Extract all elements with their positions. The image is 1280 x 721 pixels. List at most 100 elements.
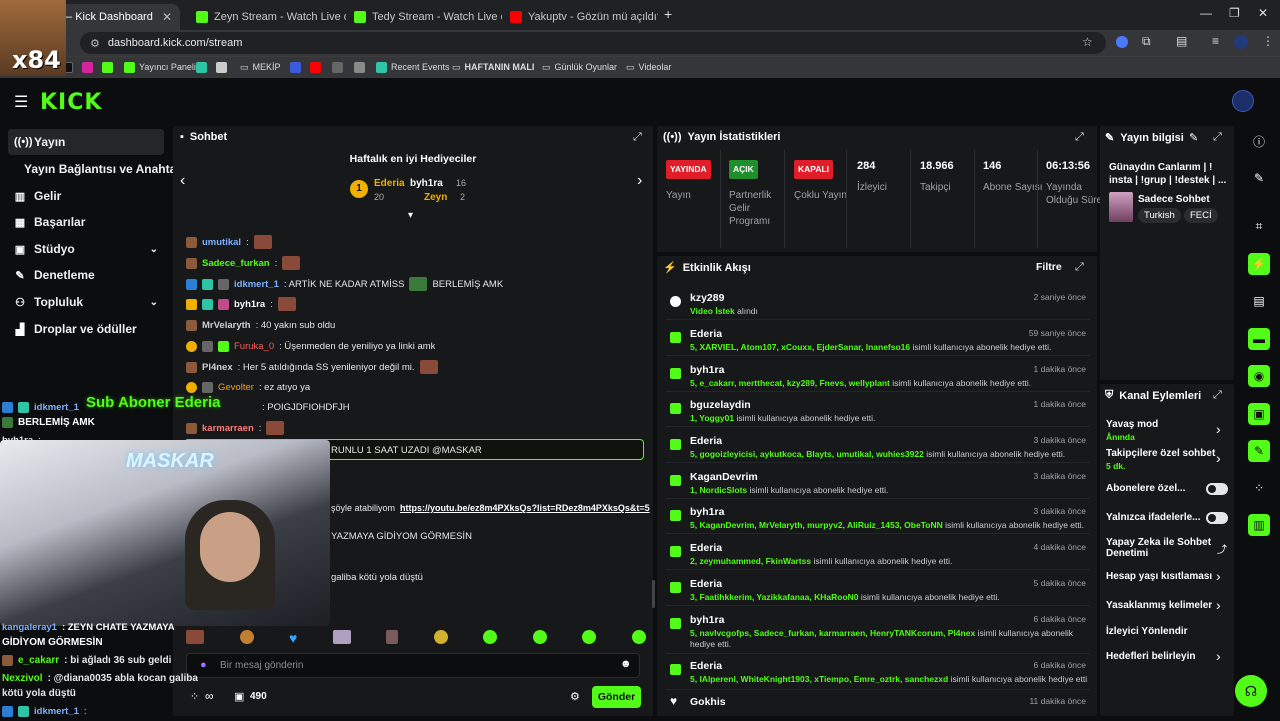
minimize-icon[interactable]: —: [1200, 6, 1212, 20]
lightning-icon[interactable]: ⚡: [1248, 253, 1270, 275]
emote-icon[interactable]: [332, 630, 351, 644]
heart-emote-icon[interactable]: ♥: [289, 630, 297, 648]
filter-button[interactable]: Filtre: [1036, 261, 1062, 273]
bookmark-recent-events[interactable]: Recent Events: [376, 58, 450, 76]
bookmark-icon-d[interactable]: [332, 58, 343, 76]
tab-tedy-stream[interactable]: Tedy Stream - Watch Live on Ki ✕: [346, 4, 502, 30]
chat-username[interactable]: Furuka_0: [234, 341, 274, 352]
tab-close-icon[interactable]: ✕: [162, 10, 172, 24]
activity-user[interactable]: Ederia: [690, 660, 722, 672]
edit-icon[interactable]: ✎: [1189, 131, 1198, 144]
chat-username[interactable]: Pl4nex: [202, 362, 233, 373]
action-ai-moderation[interactable]: Yapay Zeka ile Sohbet Denetimi: [1106, 537, 1214, 559]
chat-username[interactable]: MrVelaryth: [202, 320, 251, 331]
sidebar-item-yayin-baglantisi[interactable]: Yayın Bağlantısı ve Anahtarı: [18, 156, 184, 182]
chat-username[interactable]: Gevolter: [218, 382, 254, 393]
gear-icon[interactable]: ⚙: [570, 690, 580, 703]
activity-user[interactable]: byh1ra: [690, 364, 724, 376]
chat-link[interactable]: https://youtu.be/ez8m4PXksQs?list=RDez8m…: [400, 503, 650, 513]
bookmark-youtube-icon[interactable]: [310, 58, 321, 76]
bookmark-icon-c[interactable]: [290, 58, 301, 76]
chevron-right-icon[interactable]: ›: [1216, 421, 1221, 437]
tag-chip[interactable]: FECİ: [1184, 208, 1218, 223]
document-icon[interactable]: ▤: [1248, 290, 1270, 312]
activity-user[interactable]: KaganDevrim: [690, 471, 758, 483]
bookmark-gunluk-oyunlar[interactable]: ▭ Günlük Oyunlar: [542, 58, 617, 76]
activity-user[interactable]: kzy289: [690, 292, 724, 304]
tag-chip[interactable]: Turkish: [1138, 208, 1181, 223]
popout-icon[interactable]: ⤢: [1213, 389, 1222, 402]
store-icon[interactable]: ▣: [234, 690, 244, 703]
info-icon[interactable]: ⓘ: [1248, 130, 1270, 152]
bookmark-yayinci-paneli[interactable]: Yayıncı Paneli: [124, 58, 196, 76]
activity-user[interactable]: Ederia: [690, 328, 722, 340]
bookmark-kick-icon[interactable]: [102, 58, 113, 76]
emote-icon[interactable]: [631, 630, 646, 644]
emote-icon[interactable]: [483, 630, 498, 644]
action-slow-mode[interactable]: Yavaş mod Ânında: [1106, 419, 1228, 442]
action-goals[interactable]: Hedefleri belirleyin: [1106, 651, 1228, 662]
points-icon[interactable]: ⁘: [190, 690, 199, 703]
browser-menu-icon[interactable]: ⋮: [1262, 34, 1274, 48]
popout-icon[interactable]: ⤢: [1213, 131, 1222, 144]
focus-icon[interactable]: ⌗: [1248, 215, 1270, 237]
chevron-right-icon[interactable]: ›: [1216, 648, 1221, 664]
chat-username[interactable]: karmarraen: [202, 423, 254, 434]
chat-username[interactable]: byh1ra: [234, 299, 265, 310]
chevron-right-icon[interactable]: ›: [637, 172, 642, 190]
action-account-age[interactable]: Hesap yaşı kısıtlaması: [1106, 571, 1228, 582]
tab-yakuptv[interactable]: Yakuptv - Gözün mü açıldı? Gö ✕: [502, 4, 658, 30]
collapse-icon[interactable]: ▾: [408, 210, 413, 221]
chat-username[interactable]: idkmert_1: [234, 279, 279, 290]
action-banned-words[interactable]: Yasaklanmış kelimeler: [1106, 600, 1228, 611]
emotes-only-toggle[interactable]: [1206, 512, 1228, 524]
emoji-icon[interactable]: ☻: [620, 658, 632, 670]
bookmark-icon-a[interactable]: [196, 58, 207, 76]
activity-user[interactable]: bguzelaydin: [690, 399, 751, 411]
users-icon[interactable]: ⁘: [1248, 477, 1270, 499]
emote-icon[interactable]: [186, 630, 204, 644]
action-raid[interactable]: İzleyici Yönlendir: [1106, 626, 1228, 637]
stats-icon[interactable]: ▣: [1248, 403, 1270, 425]
activity-user[interactable]: byh1ra: [690, 506, 724, 518]
support-icon[interactable]: ☊: [1235, 675, 1267, 707]
microphone-icon[interactable]: ●: [200, 659, 207, 671]
emote-icon[interactable]: [532, 630, 547, 644]
activity-user[interactable]: Ederia: [690, 578, 722, 590]
chevron-right-icon[interactable]: ›: [1216, 450, 1221, 466]
bookmark-folder-mekip[interactable]: ▭ MEKİP: [240, 58, 281, 76]
bookmark-star-icon[interactable]: ☆: [1082, 35, 1093, 49]
popout-icon[interactable]: ⤢: [1075, 131, 1084, 144]
category-thumbnail[interactable]: [1109, 192, 1133, 222]
sidepanel-icon[interactable]: ▤: [1176, 34, 1187, 48]
sidebar-item-topluluk[interactable]: ⚇ Topluluk ⌄: [8, 289, 164, 315]
sidebar-item-denetleme[interactable]: ✎ Denetleme: [8, 262, 164, 288]
sidebar-item-basarilar[interactable]: ▦ Başarılar: [8, 209, 164, 235]
activity-user[interactable]: Gokhis: [690, 696, 726, 708]
chat-username[interactable]: umutikal: [202, 237, 241, 248]
sidebar-item-studyo[interactable]: ▣ Stüdyo ⌄: [8, 236, 164, 262]
activity-user[interactable]: Ederia: [690, 435, 722, 447]
user-avatar[interactable]: [1232, 90, 1254, 112]
activity-user[interactable]: byh1ra: [690, 614, 724, 626]
broadcast-icon[interactable]: ◉: [1248, 365, 1270, 387]
action-followers-only[interactable]: Takipçilere özel sohbet 5 dk.: [1106, 448, 1228, 471]
category-name[interactable]: Sadece Sohbet: [1138, 194, 1210, 205]
window-close-icon[interactable]: ✕: [1258, 6, 1268, 20]
emote-icon[interactable]: [239, 630, 254, 644]
clapperboard-icon[interactable]: ▥: [1248, 514, 1270, 536]
chat-username[interactable]: Sadece_furkan: [202, 258, 270, 269]
emote-icon[interactable]: [433, 630, 448, 644]
pencil-icon[interactable]: ✎: [1248, 167, 1270, 189]
kick-logo[interactable]: KICK: [40, 90, 102, 115]
tab-kick-dashboard[interactable]: – Kick Dashboard ✕: [58, 4, 180, 30]
bookmark-icon-e[interactable]: [354, 58, 365, 76]
tab-search-icon[interactable]: ≡: [1212, 34, 1219, 48]
sidebar-item-droplar[interactable]: ▟ Droplar ve ödüller: [8, 316, 164, 342]
hamburger-menu-icon[interactable]: ☰: [14, 92, 28, 112]
maximize-icon[interactable]: ❐: [1229, 6, 1240, 20]
chevron-right-icon[interactable]: ›: [1216, 597, 1221, 613]
new-tab-icon[interactable]: +: [664, 6, 672, 22]
bookmark-icon-b[interactable]: [216, 58, 227, 76]
bookmark-instagram-icon[interactable]: [82, 58, 93, 76]
